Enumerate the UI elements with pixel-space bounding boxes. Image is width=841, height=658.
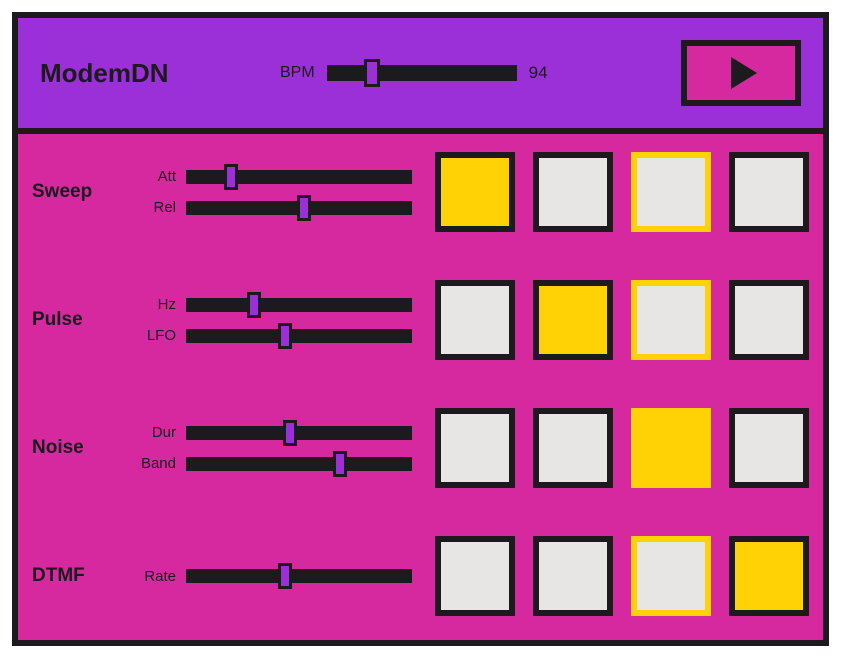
param-slider[interactable] [186,569,412,583]
play-icon [731,57,757,89]
step-cell[interactable] [435,280,515,360]
step-cell[interactable] [533,408,613,488]
param-label: Rate [132,568,176,585]
param-row: LFO [132,327,412,344]
param-row: Dur [132,424,412,441]
step-cell[interactable] [435,536,515,616]
track-row: Pulse Hz LFO [32,280,809,360]
app-frame: ModemDN BPM 94 Sweep Att Rel Pulse Hz LFO Nois… [12,12,829,646]
track-name: DTMF [32,565,114,587]
bpm-slider[interactable] [327,65,517,81]
step-cell[interactable] [533,152,613,232]
param-label: Dur [132,424,176,441]
param-label: Band [132,455,176,472]
track-row: Sweep Att Rel [32,152,809,232]
param-row: Att [132,168,412,185]
param-group: Dur Band [132,424,412,472]
param-slider[interactable] [186,329,412,343]
param-row: Rel [132,199,412,216]
play-button[interactable] [681,40,801,106]
step-cell[interactable] [729,280,809,360]
tracks-panel: Sweep Att Rel Pulse Hz LFO Noise Dur Band DTMF Rat… [18,134,823,640]
param-slider-thumb[interactable] [333,451,347,477]
track-row: Noise Dur Band [32,408,809,488]
step-cell[interactable] [435,408,515,488]
param-slider[interactable] [186,457,412,471]
step-cell[interactable] [533,280,613,360]
param-label: Rel [132,199,176,216]
step-cell[interactable] [631,536,711,616]
param-label: LFO [132,327,176,344]
step-group [430,536,809,616]
param-row: Hz [132,296,412,313]
param-row: Band [132,455,412,472]
app-title: ModemDN [40,58,260,89]
bpm-group: BPM 94 [280,63,548,83]
toolbar: ModemDN BPM 94 [18,18,823,134]
step-group [430,152,809,232]
track-name: Sweep [32,181,114,203]
bpm-value: 94 [529,63,548,83]
param-slider-thumb[interactable] [224,164,238,190]
track-name: Noise [32,437,114,459]
param-slider-thumb[interactable] [283,420,297,446]
step-cell[interactable] [631,152,711,232]
param-row: Rate [132,568,412,585]
param-group: Rate [132,568,412,585]
param-slider[interactable] [186,201,412,215]
param-slider-thumb[interactable] [297,195,311,221]
param-slider[interactable] [186,298,412,312]
param-slider[interactable] [186,426,412,440]
bpm-label: BPM [280,64,315,82]
param-group: Hz LFO [132,296,412,344]
step-cell[interactable] [729,152,809,232]
param-slider-thumb[interactable] [278,323,292,349]
step-cell[interactable] [631,408,711,488]
track-row: DTMF Rate [32,536,809,616]
step-cell[interactable] [729,408,809,488]
step-cell[interactable] [533,536,613,616]
param-slider-thumb[interactable] [278,563,292,589]
param-label: Hz [132,296,176,313]
step-cell[interactable] [631,280,711,360]
step-cell[interactable] [729,536,809,616]
bpm-slider-thumb[interactable] [364,59,380,87]
step-group [430,280,809,360]
param-slider-thumb[interactable] [247,292,261,318]
step-cell[interactable] [435,152,515,232]
param-group: Att Rel [132,168,412,216]
param-slider[interactable] [186,170,412,184]
param-label: Att [132,168,176,185]
step-group [430,408,809,488]
track-name: Pulse [32,309,114,331]
